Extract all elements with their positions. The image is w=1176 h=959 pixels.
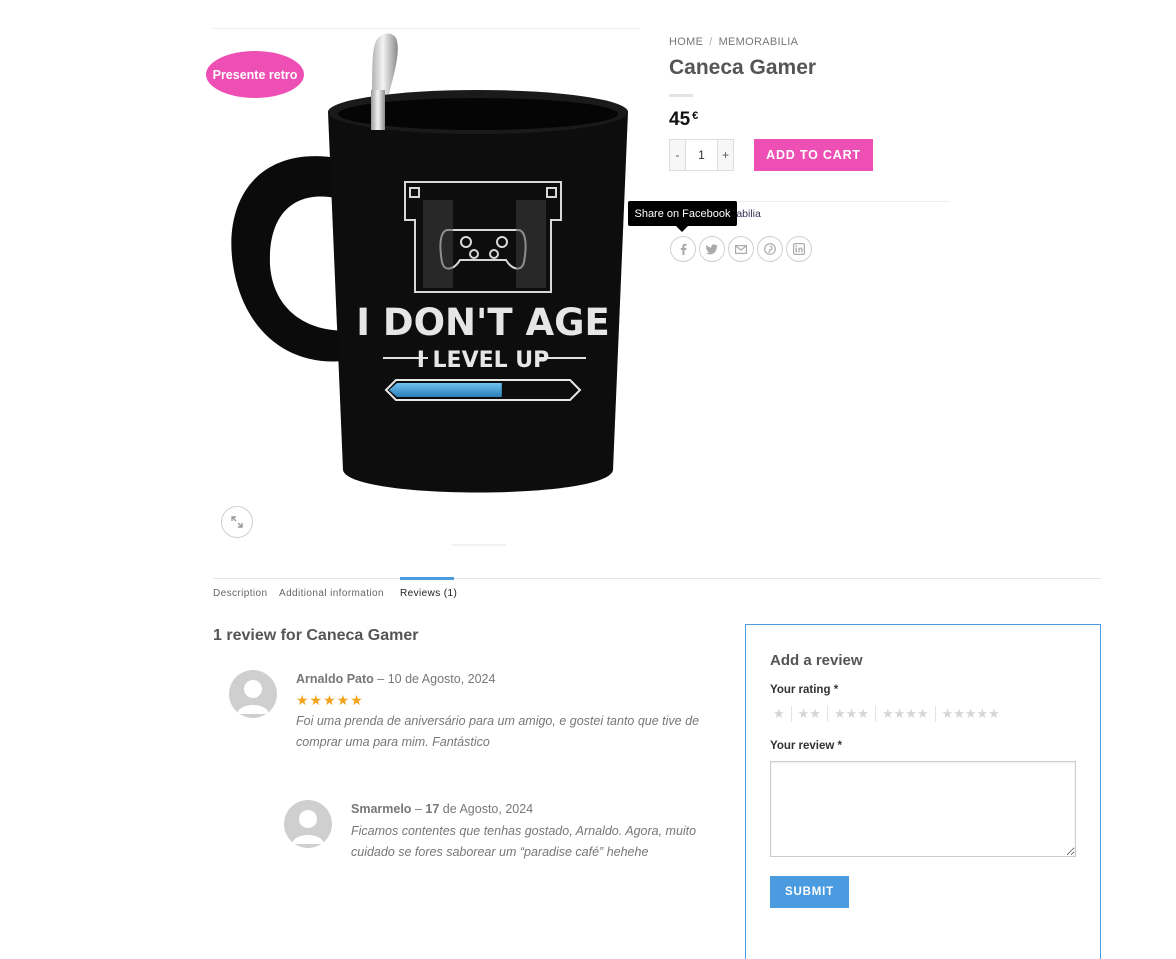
quantity-decrease-button[interactable]: - <box>669 139 686 171</box>
review-dash: – <box>377 672 385 686</box>
review-label: Your review * <box>770 740 843 752</box>
review-star-rating: ★★★★★ <box>296 692 364 708</box>
review-text: Foi uma prenda de aniversário para um am… <box>296 714 700 749</box>
expand-icon <box>231 516 243 528</box>
rating-option-3[interactable]: ★★★ <box>828 706 876 722</box>
facebook-icon[interactable] <box>670 236 696 262</box>
quantity-increase-button[interactable]: + <box>717 139 734 171</box>
price-amount: 45 <box>669 109 691 130</box>
share-tooltip: Share on Facebook <box>628 201 737 226</box>
product-image[interactable]: I DON'T AGE I LEVEL UP <box>228 30 638 505</box>
rating-label: Your rating * <box>770 684 839 696</box>
price-currency: € <box>692 110 699 122</box>
review-textarea[interactable] <box>770 761 1076 857</box>
rating-option-4[interactable]: ★★★★ <box>876 706 936 722</box>
product-price: 45 € <box>669 109 698 131</box>
reply-dash: – <box>414 802 422 816</box>
reply-date-rest: de Agosto, 2024 <box>442 802 534 816</box>
submit-button[interactable]: SUBMIT <box>770 876 849 908</box>
tab-description[interactable]: Description <box>213 588 267 599</box>
email-icon[interactable] <box>728 236 754 262</box>
pinterest-icon[interactable] <box>757 236 783 262</box>
breadcrumb-home[interactable]: HOME <box>669 36 703 48</box>
breadcrumb-separator: / <box>709 36 713 48</box>
tab-additional-information[interactable]: Additional information <box>279 588 384 599</box>
reply-date-day: 17 <box>425 802 440 816</box>
avatar <box>229 670 277 718</box>
twitter-icon[interactable] <box>699 236 725 262</box>
add-review-title: Add a review <box>770 652 863 669</box>
breadcrumb-category[interactable]: MEMORABILIA <box>719 36 799 48</box>
active-tab-indicator <box>400 577 454 580</box>
quantity-input[interactable] <box>686 139 717 171</box>
rating-option-5[interactable]: ★★★★★ <box>936 706 1006 722</box>
mug-print-line2: I LEVEL UP <box>417 348 550 373</box>
promo-badge: Presente retro <box>206 51 304 98</box>
tabs-divider <box>213 578 1101 579</box>
review-date: 10 de Agosto, 2024 <box>387 672 496 686</box>
rating-option-1[interactable]: ★ <box>767 706 792 722</box>
gallery-top-divider <box>213 28 640 29</box>
reply-text: Ficamos contentes que tenhas gostado, Ar… <box>351 824 697 859</box>
rating-option-2[interactable]: ★★ <box>792 706 828 722</box>
add-to-cart-button[interactable]: ADD TO CART <box>754 139 873 171</box>
linkedin-icon[interactable] <box>786 236 812 262</box>
breadcrumb: HOME / MEMORABILIA <box>669 36 798 48</box>
product-title: Caneca Gamer <box>669 56 817 79</box>
reviews-heading: 1 review for Caneca Gamer <box>213 627 419 644</box>
avatar <box>284 800 332 848</box>
review-author: Arnaldo Pato <box>296 672 374 686</box>
share-icons <box>670 236 812 262</box>
zoom-button[interactable] <box>221 506 253 538</box>
reply-meta: Smarmelo – 17 de Agosto, 2024 <box>351 802 533 816</box>
title-divider <box>669 94 693 97</box>
mug-print-line1: I DON'T AGE <box>356 301 610 344</box>
quantity-stepper: - + <box>669 139 734 171</box>
tab-reviews[interactable]: Reviews (1) <box>400 588 457 599</box>
star-rating-input: ★ ★★ ★★★ ★★★★ ★★★★★ <box>767 706 1006 722</box>
mug-level-bar-fill <box>389 383 502 397</box>
tooltip-arrow <box>676 226 688 232</box>
gallery-thumb-indicator <box>452 544 506 546</box>
reply-author: Smarmelo <box>351 802 412 816</box>
review-meta: Arnaldo Pato – 10 de Agosto, 2024 <box>296 672 495 686</box>
